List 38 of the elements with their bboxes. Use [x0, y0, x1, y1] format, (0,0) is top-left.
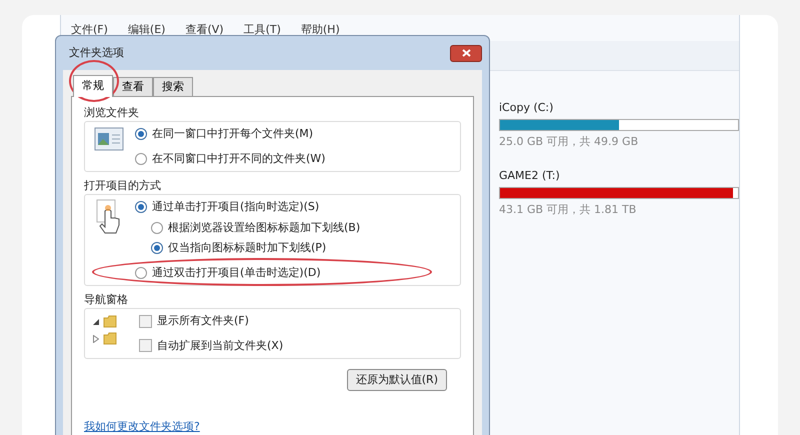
option-label: 仅当指向图标标题时加下划线(P) [168, 240, 326, 256]
help-link[interactable]: 我如何更改文件夹选项? [84, 420, 200, 433]
close-button[interactable] [450, 44, 482, 62]
checkbox[interactable] [139, 339, 152, 352]
dialog-title: 文件夹选项 [69, 44, 124, 61]
drive-name: GAME2 (T:) [499, 168, 561, 184]
tab[interactable]: 常规 [73, 75, 113, 97]
folder-icon [103, 332, 117, 345]
checkbox[interactable] [139, 314, 152, 328]
radio-button[interactable] [135, 152, 147, 165]
group-title: 浏览文件夹 [84, 105, 140, 121]
collapsed-arrow-icon [93, 334, 99, 342]
group-title: 导航窗格 [84, 292, 129, 308]
option-label: 通过双击打开项目(单击时选定)(D) [152, 264, 321, 280]
group-title: 打开项目的方式 [84, 178, 162, 194]
option-label: 在同一窗口中打开每个文件夹(M) [152, 126, 314, 142]
tab[interactable]: 搜索 [153, 77, 193, 96]
hand-cursor-icon [96, 199, 122, 235]
radio-button[interactable] [151, 222, 163, 234]
radio-button[interactable] [151, 242, 163, 254]
annotation-circle [69, 60, 119, 102]
drive-usage: 25.0 GB 可用，共 49.9 GB [499, 134, 640, 150]
tab[interactable]: 查看 [113, 77, 153, 96]
option-label: 根据浏览器设置给图标标题加下划线(B) [168, 220, 360, 236]
expanded-arrow-icon [93, 318, 99, 324]
option-label: 自动扩展到当前文件夹(X) [157, 338, 284, 354]
radio-button[interactable] [135, 201, 147, 214]
drive-name: iCopy (C:) [499, 100, 554, 116]
radio-button[interactable] [135, 266, 147, 279]
restore-defaults-button[interactable]: 还原为默认值(R) [346, 369, 447, 391]
folder-icon [103, 315, 117, 328]
radio-button[interactable] [135, 128, 147, 140]
close-icon [462, 49, 470, 57]
option-label: 在不同窗口中打开不同的文件夹(W) [152, 150, 326, 166]
drive-usage: 43.1 GB 可用，共 1.81 TB [499, 202, 638, 218]
option-label: 显示所有文件夹(F) [157, 313, 249, 329]
option-label: 通过单击打开项目(指向时选定)(S) [152, 199, 320, 215]
window-icon [94, 126, 124, 152]
